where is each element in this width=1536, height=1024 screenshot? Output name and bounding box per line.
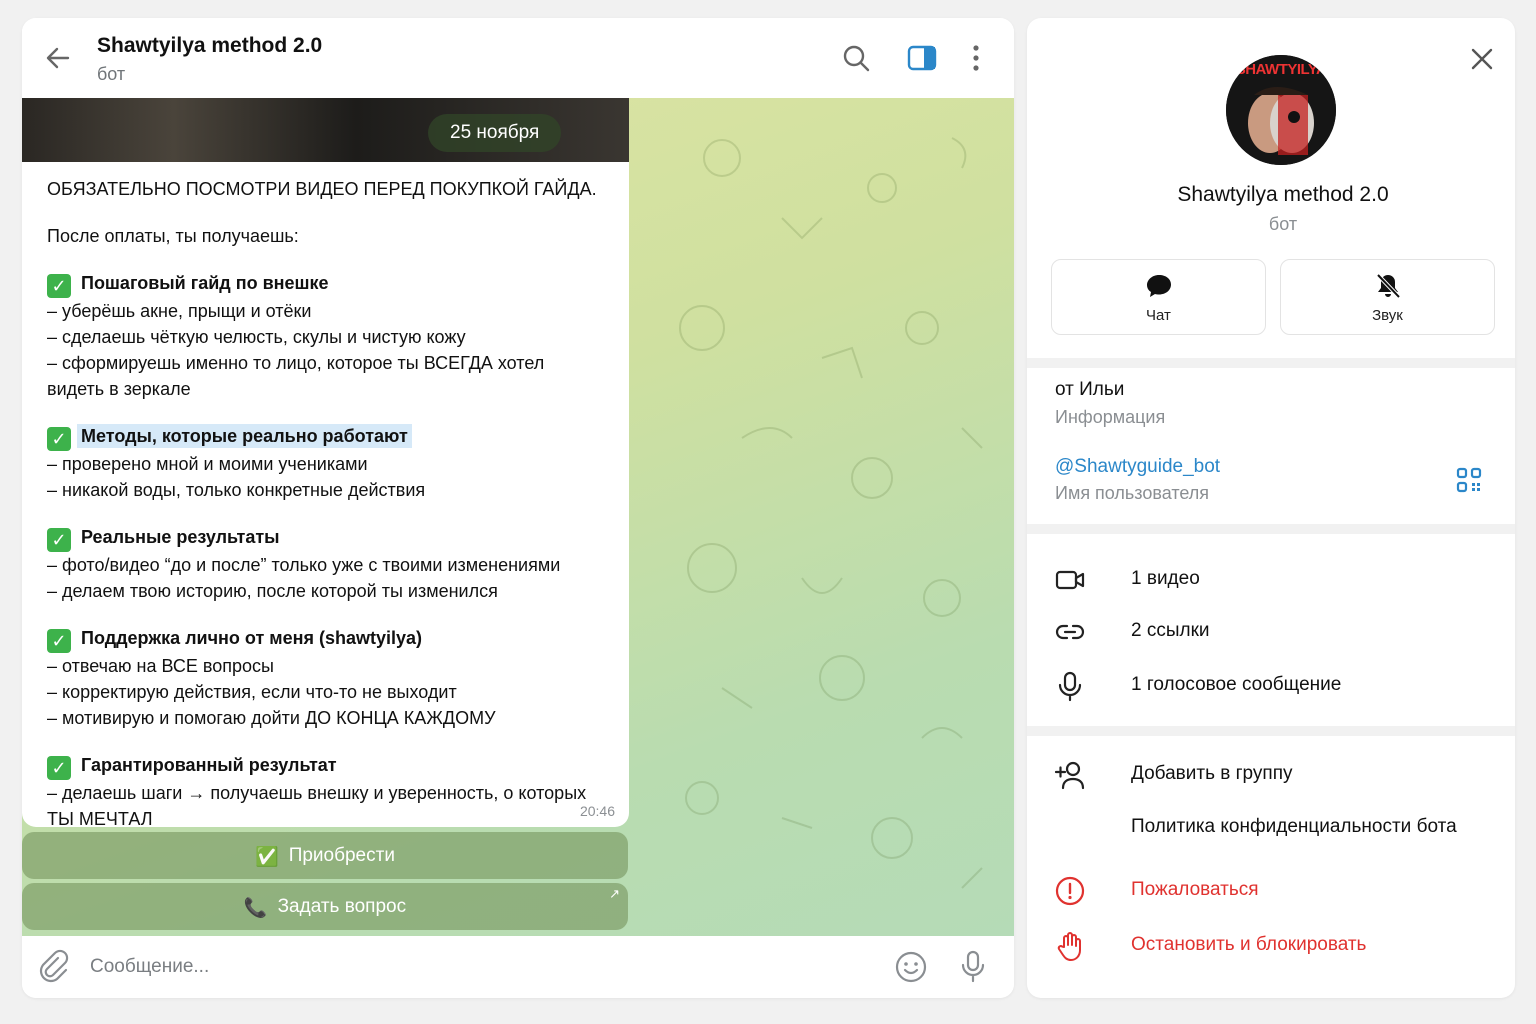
section-title: ✓ Гарантированный результат	[47, 752, 604, 780]
check-mark-icon: ✅	[255, 847, 279, 868]
sound-action-label: Звук	[1372, 307, 1403, 324]
paperclip-icon	[39, 949, 69, 983]
section-line: – отвечаю на ВСЕ вопросы	[47, 656, 274, 676]
message-time: 20:46	[579, 803, 615, 819]
close-info-button[interactable]	[1467, 44, 1497, 74]
attach-button[interactable]	[36, 949, 70, 983]
add-to-group-label: Добавить в группу	[1131, 763, 1293, 784]
emoji-button[interactable]	[894, 950, 928, 984]
add-to-group-row[interactable]: Добавить в группу	[1027, 755, 1515, 795]
avatar-text: SHAWTYILYA	[1235, 61, 1327, 78]
chat-subtitle: бот	[97, 64, 126, 84]
bot-type: бот	[1268, 214, 1298, 234]
qr-code-icon	[1456, 467, 1482, 493]
link-icon	[1055, 624, 1085, 640]
buy-button[interactable]: ✅ Приобрести	[22, 832, 628, 879]
chat-title[interactable]: Shawtyilya method 2.0	[97, 34, 322, 58]
divider	[1027, 358, 1515, 368]
chat-action-button[interactable]: Чат	[1051, 259, 1266, 335]
shared-links-row[interactable]: 2 ссылки	[1027, 612, 1515, 652]
section-title: ✓ Реальные результаты	[47, 524, 604, 552]
privacy-policy-row[interactable]: Политика конфиденциальности бота	[1027, 808, 1515, 848]
phone-icon: 📞	[243, 898, 268, 919]
smiley-icon	[895, 951, 927, 983]
more-vertical-icon	[973, 45, 979, 71]
shared-videos-row[interactable]: 1 видео	[1027, 560, 1515, 600]
microphone-icon	[961, 950, 985, 983]
about-value: от Ильи	[1055, 379, 1125, 400]
ask-question-button[interactable]: 📞 Задать вопрос ↗	[22, 883, 628, 930]
section-line: – сделаешь чёткую челюсть, скулы и чисту…	[47, 327, 466, 347]
section-line: – проверено мной и моими учениками	[47, 454, 368, 474]
date-badge: 25 ноября	[428, 114, 562, 152]
section-line: – фото/видео “до и после” только уже с т…	[47, 555, 561, 575]
username-label: Имя пользователя	[1055, 483, 1210, 503]
info-panel: SHAWTYILYA Shawtyilya method 2.0 бот Чат…	[1027, 18, 1515, 998]
bot-name: Shawtyilya method 2.0	[1177, 183, 1389, 206]
microphone-icon	[1058, 671, 1082, 702]
block-label: Остановить и блокировать	[1131, 934, 1367, 955]
chat-header: Shawtyilya method 2.0 бот	[22, 18, 1014, 98]
highlighted-text: Методы, которые реально работают	[77, 424, 412, 448]
divider	[1027, 524, 1515, 534]
voice-count: 1 голосовое сообщение	[1131, 674, 1342, 695]
alert-circle-icon	[1055, 876, 1085, 906]
message-lead: После оплаты, ты получаешь:	[47, 226, 299, 246]
chat-background: 25 ноября ОБЯЗАТЕЛЬНО ПОСМОТРИ ВИДЕО ПЕР…	[22, 98, 1014, 936]
toggle-sidebar-button[interactable]	[906, 42, 938, 74]
chat-bubble-icon	[1147, 275, 1171, 297]
section-line: ТЫ МЕЧТАЛ	[47, 809, 153, 829]
chat-action-label: Чат	[1146, 307, 1171, 324]
section-line: – уберёшь акне, прыщи и отёки	[47, 301, 312, 321]
check-mark-icon: ✓	[47, 274, 71, 298]
block-row[interactable]: Остановить и блокировать	[1027, 926, 1515, 966]
section-line: – делаешь шаги → получаешь внешку и увер…	[47, 783, 587, 803]
report-label: Пожаловаться	[1131, 879, 1259, 900]
section-line: – корректирую действия, если что-то не в…	[47, 682, 457, 702]
sidebar-icon	[907, 45, 937, 71]
chat-panel: Shawtyilya method 2.0 бот 25 ноября ОБЯЗ…	[22, 18, 1014, 998]
voice-record-button[interactable]	[956, 949, 990, 983]
section-line: – мотивирую и помогаю дойти ДО КОНЦА КАЖ…	[47, 708, 496, 728]
links-count: 2 ссылки	[1131, 620, 1210, 641]
video-camera-icon	[1055, 570, 1085, 590]
check-mark-icon: ✓	[47, 427, 71, 451]
close-icon	[1471, 48, 1493, 70]
hand-stop-icon	[1057, 932, 1081, 961]
search-button[interactable]	[840, 42, 872, 74]
section-title: ✓ Методы, которые реально работают	[47, 423, 604, 451]
about-label: Информация	[1055, 407, 1166, 427]
check-mark-icon: ✓	[47, 528, 71, 552]
qr-code-button[interactable]	[1455, 466, 1483, 494]
external-link-icon: ↗	[609, 886, 620, 901]
buy-button-label: Приобрести	[288, 845, 395, 866]
divider	[1027, 726, 1515, 736]
username-link[interactable]: @Shawtyguide_bot	[1055, 456, 1220, 478]
more-menu-button[interactable]	[964, 42, 996, 74]
section-line: видеть в зеркале	[47, 379, 191, 399]
check-mark-icon: ✓	[47, 629, 71, 653]
ask-question-label: Задать вопрос	[277, 896, 407, 917]
sound-action-button[interactable]: Звук	[1280, 259, 1495, 335]
search-icon	[843, 45, 870, 72]
voice-messages-row[interactable]: 1 голосовое сообщение	[1027, 666, 1515, 706]
message-input[interactable]	[90, 952, 870, 982]
section-title: ✓ Поддержка лично от меня (shawtyilya)	[47, 625, 604, 653]
bell-off-icon	[1376, 273, 1401, 299]
check-mark-icon: ✓	[47, 756, 71, 780]
message-composer	[22, 936, 1014, 998]
report-row[interactable]: Пожаловаться	[1027, 871, 1515, 911]
arrow-left-icon	[46, 47, 70, 69]
videos-count: 1 видео	[1131, 568, 1200, 589]
avatar[interactable]: SHAWTYILYA	[1226, 55, 1336, 165]
message-intro: ОБЯЗАТЕЛЬНО ПОСМОТРИ ВИДЕО ПЕРЕД ПОКУПКО…	[47, 179, 597, 199]
message-bubble: ОБЯЗАТЕЛЬНО ПОСМОТРИ ВИДЕО ПЕРЕД ПОКУПКО…	[22, 162, 629, 829]
back-button[interactable]	[42, 42, 74, 74]
section-line: – сформируешь именно то лицо, которое ты…	[47, 353, 545, 373]
section-title: ✓ Пошаговый гайд по внешке	[47, 270, 604, 298]
section-line: – никакой воды, только конкретные действ…	[47, 480, 426, 500]
add-user-icon	[1054, 761, 1085, 790]
section-line: – делаем твою историю, после которой ты …	[47, 581, 498, 601]
privacy-policy-label: Политика конфиденциальности бота	[1131, 816, 1457, 837]
